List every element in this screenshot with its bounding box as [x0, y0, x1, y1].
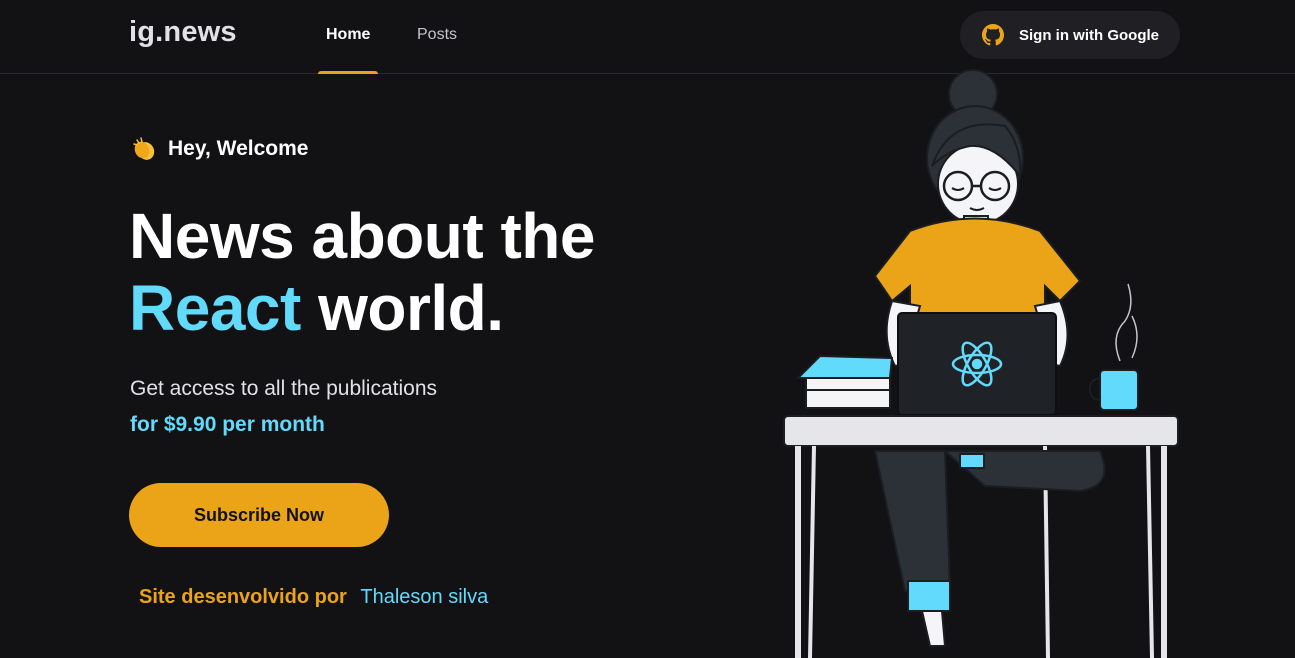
credit-label: Site desenvolvido por — [139, 586, 347, 608]
headline-part2: world. — [318, 272, 504, 344]
nav-home-link[interactable]: Home — [326, 26, 370, 44]
sign-in-button[interactable]: Sign in with Google — [960, 11, 1180, 59]
subscribe-button[interactable]: Subscribe Now — [129, 483, 389, 547]
header: ig.news Home Posts Sign in with Google — [0, 0, 1295, 74]
clapping-hands-icon — [132, 136, 158, 162]
nav-posts-link[interactable]: Posts — [417, 26, 457, 44]
headline-accent: React — [129, 272, 301, 344]
headline-part1: News about the — [129, 200, 595, 272]
hero-illustration — [783, 69, 1179, 658]
subtitle: Get access to all the publications — [130, 377, 438, 400]
page: ig.news Home Posts Sign in with Google H… — [0, 0, 1295, 658]
active-nav-indicator — [318, 71, 378, 74]
sign-in-label: Sign in with Google — [1019, 26, 1159, 44]
greeting-text: Hey, Welcome — [168, 137, 309, 160]
price-line: for $9.90 per month — [130, 413, 325, 436]
logo[interactable]: ig.news — [129, 16, 237, 49]
credit-author-link[interactable]: Thaleson silva — [360, 586, 488, 608]
welcome-greeting: Hey, Welcome — [132, 136, 308, 162]
credit: Site desenvolvido por Thaleson silva — [139, 586, 488, 609]
github-icon — [982, 24, 1004, 46]
headline: News about the React world. — [129, 200, 595, 344]
